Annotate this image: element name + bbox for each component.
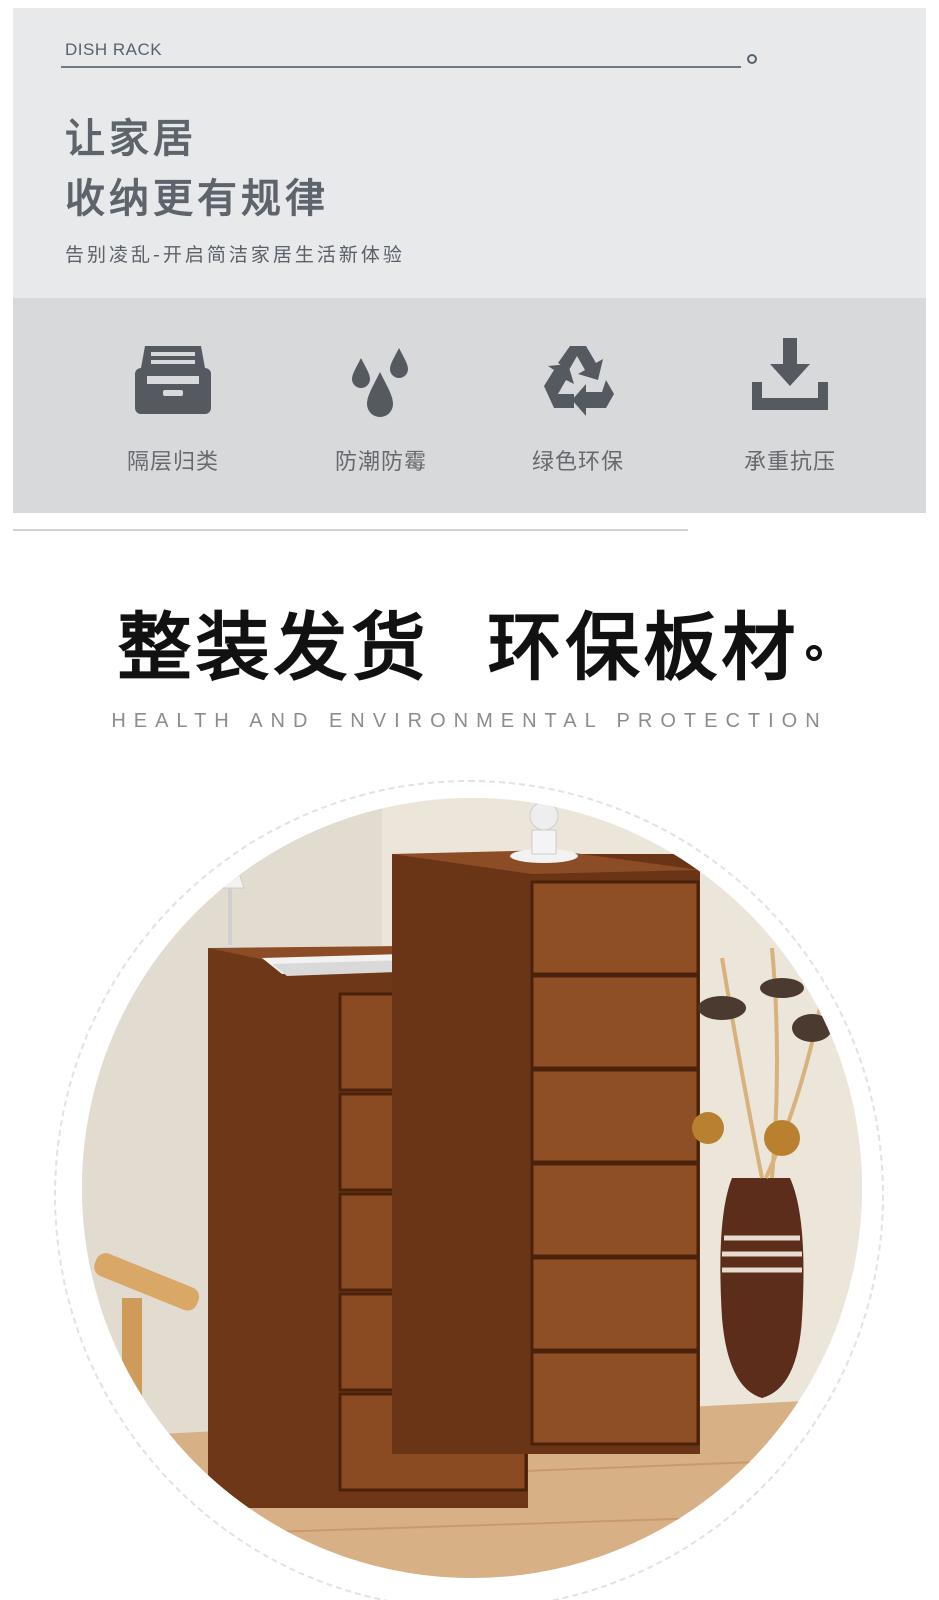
feature-label: 承重抗压 [743, 450, 836, 475]
feature-item-eco: 绿色环保 [478, 338, 678, 488]
hero-circle-icon [747, 54, 757, 64]
headline-period-icon [805, 645, 822, 661]
hero-tag: DISH RACK [65, 40, 163, 59]
headline-part2: 环保板材 [487, 605, 800, 691]
feature-label: 绿色环保 [531, 450, 624, 475]
drawer-icon [73, 338, 273, 422]
feature-item-layered: 隔层归类 [73, 338, 273, 488]
headline: 整装发货 环保板材 [0, 588, 939, 695]
download-tray-icon [690, 338, 890, 422]
feature-label: 隔层归类 [126, 450, 219, 475]
hero-title-line2: 收纳更有规律 [65, 176, 329, 222]
feature-item-loadbearing: 承重抗压 [690, 338, 890, 488]
water-drops-icon [281, 338, 481, 422]
feature-label: 防潮防霉 [334, 450, 427, 475]
product-photo [82, 798, 862, 1578]
feature-item-moisture: 防潮防霉 [281, 338, 481, 488]
feature-strip: 隔层归类 防潮防霉 绿色环保 承重抗压 [13, 298, 926, 513]
headline-english: HEALTH AND ENVIRONMENTAL PROTECTION [111, 710, 828, 732]
hero-subtitle: 告别凌乱-开启简洁家居生活新体验 [65, 244, 405, 266]
hero-banner: DISH RACK 让家居 收纳更有规律 告别凌乱-开启简洁家居生活新体验 [13, 8, 926, 298]
hero-divider [61, 66, 741, 68]
section-divider [13, 529, 688, 531]
hero-title-line1: 让家居 [65, 116, 197, 162]
recycle-icon [478, 338, 678, 422]
headline-part1: 整装发货 [117, 605, 430, 691]
